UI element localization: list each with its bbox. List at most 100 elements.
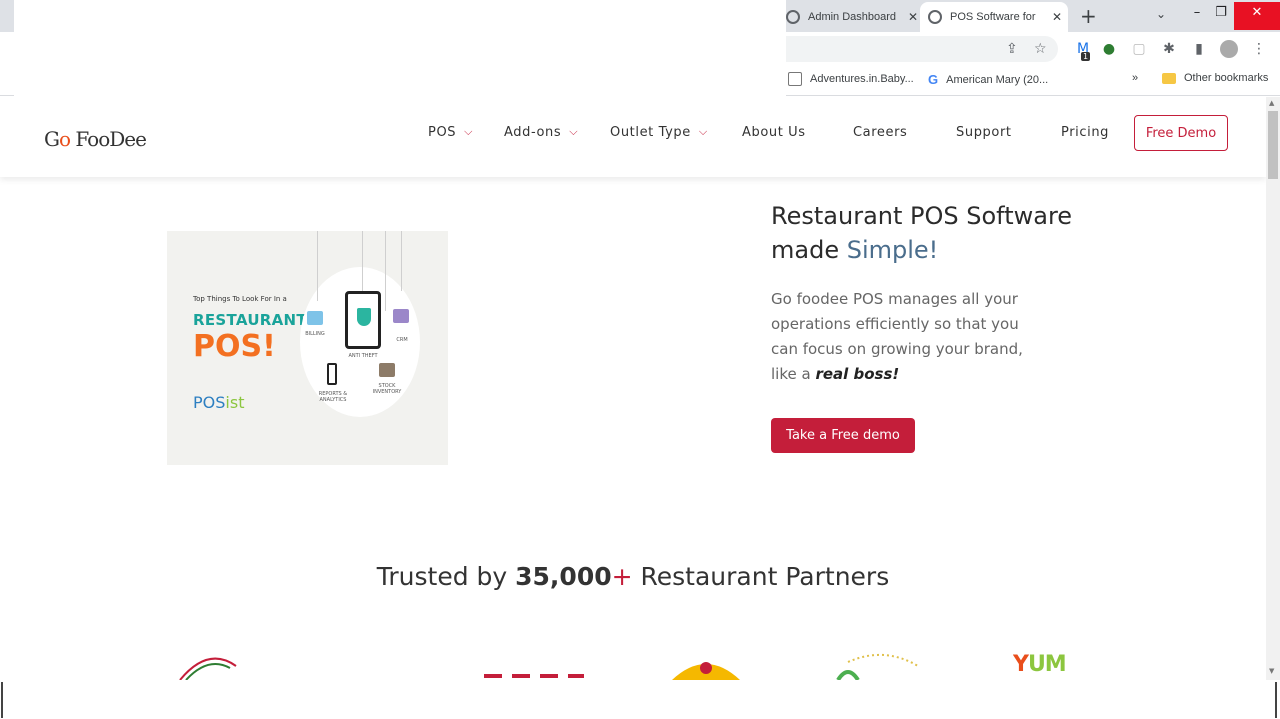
- restore-button[interactable]: ❐: [1206, 2, 1236, 30]
- trusted-suffix: Restaurant Partners: [632, 562, 890, 591]
- menu-icon[interactable]: ⋮: [1250, 40, 1268, 58]
- browser-chrome: Admin Dashboard ✕ POS Software for ✕ + ⌄…: [0, 0, 1280, 96]
- other-bookmarks[interactable]: Other bookmarks: [1162, 72, 1268, 84]
- partner-logo-4: [828, 652, 928, 680]
- nav-label: Pricing: [1061, 124, 1110, 140]
- nav-item-pricing[interactable]: Pricing: [1061, 121, 1109, 143]
- bottom-area: [0, 680, 1280, 719]
- scroll-up-arrow[interactable]: ▲: [1269, 99, 1274, 107]
- bookmark-label: Adventures.in.Baby...: [810, 73, 914, 85]
- google-icon: G: [928, 72, 939, 87]
- hero-description: Go foodee POS manages all your operation…: [771, 287, 1041, 387]
- puzzle-icon[interactable]: ✱: [1160, 40, 1178, 58]
- stock-label: STOCK INVENTORY: [372, 383, 402, 395]
- posist-logo-pos: POS: [193, 393, 226, 412]
- new-tab-button[interactable]: +: [1080, 4, 1097, 28]
- partner-logo-2: [484, 652, 590, 680]
- nav-item-pos[interactable]: POS ⌵: [428, 121, 473, 143]
- hero-illustration: Top Things To Look For In a RESTAURANT P…: [167, 231, 448, 465]
- trusted-heading: Trusted by 35,000+ Restaurant Partners: [0, 562, 1266, 591]
- chevron-down-icon[interactable]: ⌄: [1156, 7, 1166, 21]
- logo-letter: G: [44, 127, 60, 151]
- tab-title: POS Software for: [950, 11, 1036, 23]
- other-bookmarks-label: Other bookmarks: [1184, 72, 1269, 84]
- bookmark-item[interactable]: Adventures.in.Baby...: [788, 72, 914, 86]
- hanging-string: [317, 231, 318, 301]
- scrollbar-thumb[interactable]: [1268, 111, 1278, 179]
- tablet-icon: [345, 291, 381, 349]
- nav-label: Outlet Type: [610, 124, 691, 140]
- trusted-plus: +: [611, 562, 633, 591]
- crm-label: CRM: [396, 337, 408, 343]
- nav-item-outlet-type[interactable]: Outlet Type ⌵: [610, 121, 708, 143]
- extension-placeholder-icon[interactable]: ▢: [1130, 40, 1148, 58]
- partner-logo-yum: YUM: [1013, 652, 1071, 680]
- close-icon[interactable]: ✕: [908, 10, 918, 24]
- free-demo-button[interactable]: Free Demo: [1134, 115, 1228, 151]
- shield-icon: [357, 308, 371, 326]
- extension-badge: 1: [1081, 52, 1091, 61]
- window-close-button[interactable]: ✕: [1234, 2, 1280, 30]
- nav-item-about-us[interactable]: About Us: [742, 121, 806, 143]
- globe-icon: [928, 10, 942, 24]
- chevron-down-icon: ⌵: [464, 125, 474, 138]
- billing-label: BILLING: [305, 331, 325, 337]
- tab-admin-dashboard[interactable]: Admin Dashboard ✕: [778, 2, 918, 32]
- headline-line-1: Restaurant POS Software: [771, 202, 1073, 230]
- globe-extension-icon[interactable]: ●: [1100, 40, 1118, 58]
- star-icon[interactable]: ☆: [1034, 41, 1047, 57]
- phone-icon: [327, 363, 337, 385]
- illustration-caption: Top Things To Look For In a: [193, 295, 287, 303]
- globe-icon: [786, 10, 800, 24]
- bookmark-item[interactable]: G American Mary (20...: [928, 72, 1048, 87]
- yum-logo-um: UM: [1027, 652, 1067, 677]
- yum-logo-y: Y: [1013, 652, 1029, 677]
- address-bar[interactable]: ⇪ ☆: [780, 36, 1058, 62]
- tab-pos-software[interactable]: POS Software for ✕: [920, 2, 1068, 32]
- partner-logo-graphic: [836, 653, 919, 680]
- chevron-down-icon: ⌵: [698, 125, 708, 138]
- trusted-prefix: Trusted by: [376, 562, 516, 591]
- tab-title: Admin Dashboard: [808, 11, 897, 23]
- headline-highlight: Simple!: [846, 236, 939, 264]
- take-free-demo-button[interactable]: Take a Free demo: [771, 418, 915, 453]
- nav-label: Add-ons: [504, 124, 562, 140]
- hero-headline: Restaurant POS Software made Simple!: [771, 199, 1151, 267]
- logo-text: FooDee: [75, 127, 147, 151]
- nav-item-add-ons[interactable]: Add-ons ⌵: [504, 121, 578, 143]
- nav-item-support[interactable]: Support: [956, 121, 1012, 143]
- hanging-string: [385, 231, 386, 311]
- partner-logo-graphic: [672, 662, 740, 680]
- site-logo[interactable]: Go FooDee: [44, 117, 147, 161]
- bookmarks-overflow-button[interactable]: »: [1132, 72, 1138, 84]
- nav-label: POS: [428, 124, 457, 140]
- hanging-string: [362, 231, 363, 291]
- share-icon[interactable]: ⇪: [1006, 41, 1018, 57]
- nav-label: Careers: [853, 124, 908, 140]
- blank-overlay: [14, 0, 786, 96]
- edge-marker: [1, 682, 3, 718]
- close-icon[interactable]: ✕: [1052, 10, 1062, 24]
- posist-logo: POSist: [193, 393, 244, 412]
- nav-label: Support: [956, 124, 1012, 140]
- description-emphasis: real boss!: [815, 365, 900, 383]
- chevron-down-icon: ⌵: [569, 125, 579, 138]
- hanging-string: [401, 231, 402, 291]
- page-scrollbar[interactable]: ▲ ▼: [1266, 97, 1280, 680]
- partner-logo-graphic: [484, 674, 584, 678]
- avatar[interactable]: [1220, 40, 1238, 58]
- billing-icon: [307, 311, 323, 325]
- side-panel-icon[interactable]: ▮: [1190, 40, 1208, 58]
- scroll-down-arrow[interactable]: ▼: [1269, 667, 1274, 675]
- web-page: Go FooDee POS ⌵ Add-ons ⌵ Outlet Type ⌵ Abo…: [0, 97, 1266, 680]
- crm-icon: [393, 309, 409, 323]
- nav-item-careers[interactable]: Careers: [853, 121, 907, 143]
- edge-marker: [1275, 682, 1277, 718]
- partner-logo-3: [670, 652, 742, 680]
- partner-logo-1: [178, 652, 240, 680]
- shelf-icon: [379, 363, 395, 377]
- illustration-pos: POS!: [193, 329, 276, 364]
- site-header: Go FooDee POS ⌵ Add-ons ⌵ Outlet Type ⌵ Abo…: [0, 97, 1266, 177]
- nav-label: About Us: [742, 124, 806, 140]
- folder-icon: [1162, 72, 1176, 84]
